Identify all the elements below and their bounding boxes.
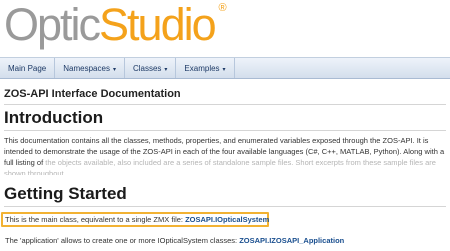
nav-examples[interactable]: Examples ▾: [176, 58, 235, 78]
caret-down-icon: ▾: [222, 67, 226, 73]
ioptical-system-link[interactable]: ZOSAPI.IOpticalSystem: [185, 215, 269, 224]
logo-optic-text: Optic: [4, 0, 101, 50]
getting-started-divider: [4, 206, 446, 207]
izosapi-application-link[interactable]: ZOSAPI.IZOSAPI_Application: [239, 236, 344, 245]
introduction-paragraph: This documentation contains all the clas…: [4, 135, 446, 175]
nav-namespaces-label: Namespaces: [63, 64, 110, 73]
caret-down-icon: ▾: [112, 67, 116, 73]
nav-classes-label: Classes: [132, 64, 162, 73]
top-navbar: Main Page Namespaces ▾ Classes ▾ Examples ▾: [0, 57, 450, 79]
nav-namespaces[interactable]: Namespaces ▾: [55, 58, 125, 78]
opticstudio-logo: OpticStudio ®: [4, 0, 227, 50]
nav-main-page[interactable]: Main Page: [0, 58, 56, 78]
introduction-divider: [4, 130, 446, 131]
application-text: The 'application' allows to create one o…: [5, 236, 240, 245]
main-class-text: This is the main class, equivalent to a …: [5, 215, 186, 224]
introduction-heading: Introduction: [4, 108, 104, 127]
introduction-text-faded: the objects available, also included are…: [4, 158, 436, 175]
logo-studio-text: Studio: [99, 0, 217, 50]
nav-classes[interactable]: Classes ▾: [125, 58, 177, 78]
nav-examples-label: Examples: [184, 64, 220, 73]
getting-started-heading: Getting Started: [4, 184, 127, 203]
application-line: The 'application' allows to create one o…: [5, 235, 344, 246]
title-divider: [4, 104, 446, 105]
registered-mark: ®: [218, 2, 227, 14]
caret-down-icon: ▾: [164, 67, 168, 73]
main-class-line: This is the main class, equivalent to a …: [5, 214, 269, 225]
page-title: ZOS-API Interface Documentation: [4, 88, 181, 100]
nav-main-page-label: Main Page: [8, 64, 47, 73]
